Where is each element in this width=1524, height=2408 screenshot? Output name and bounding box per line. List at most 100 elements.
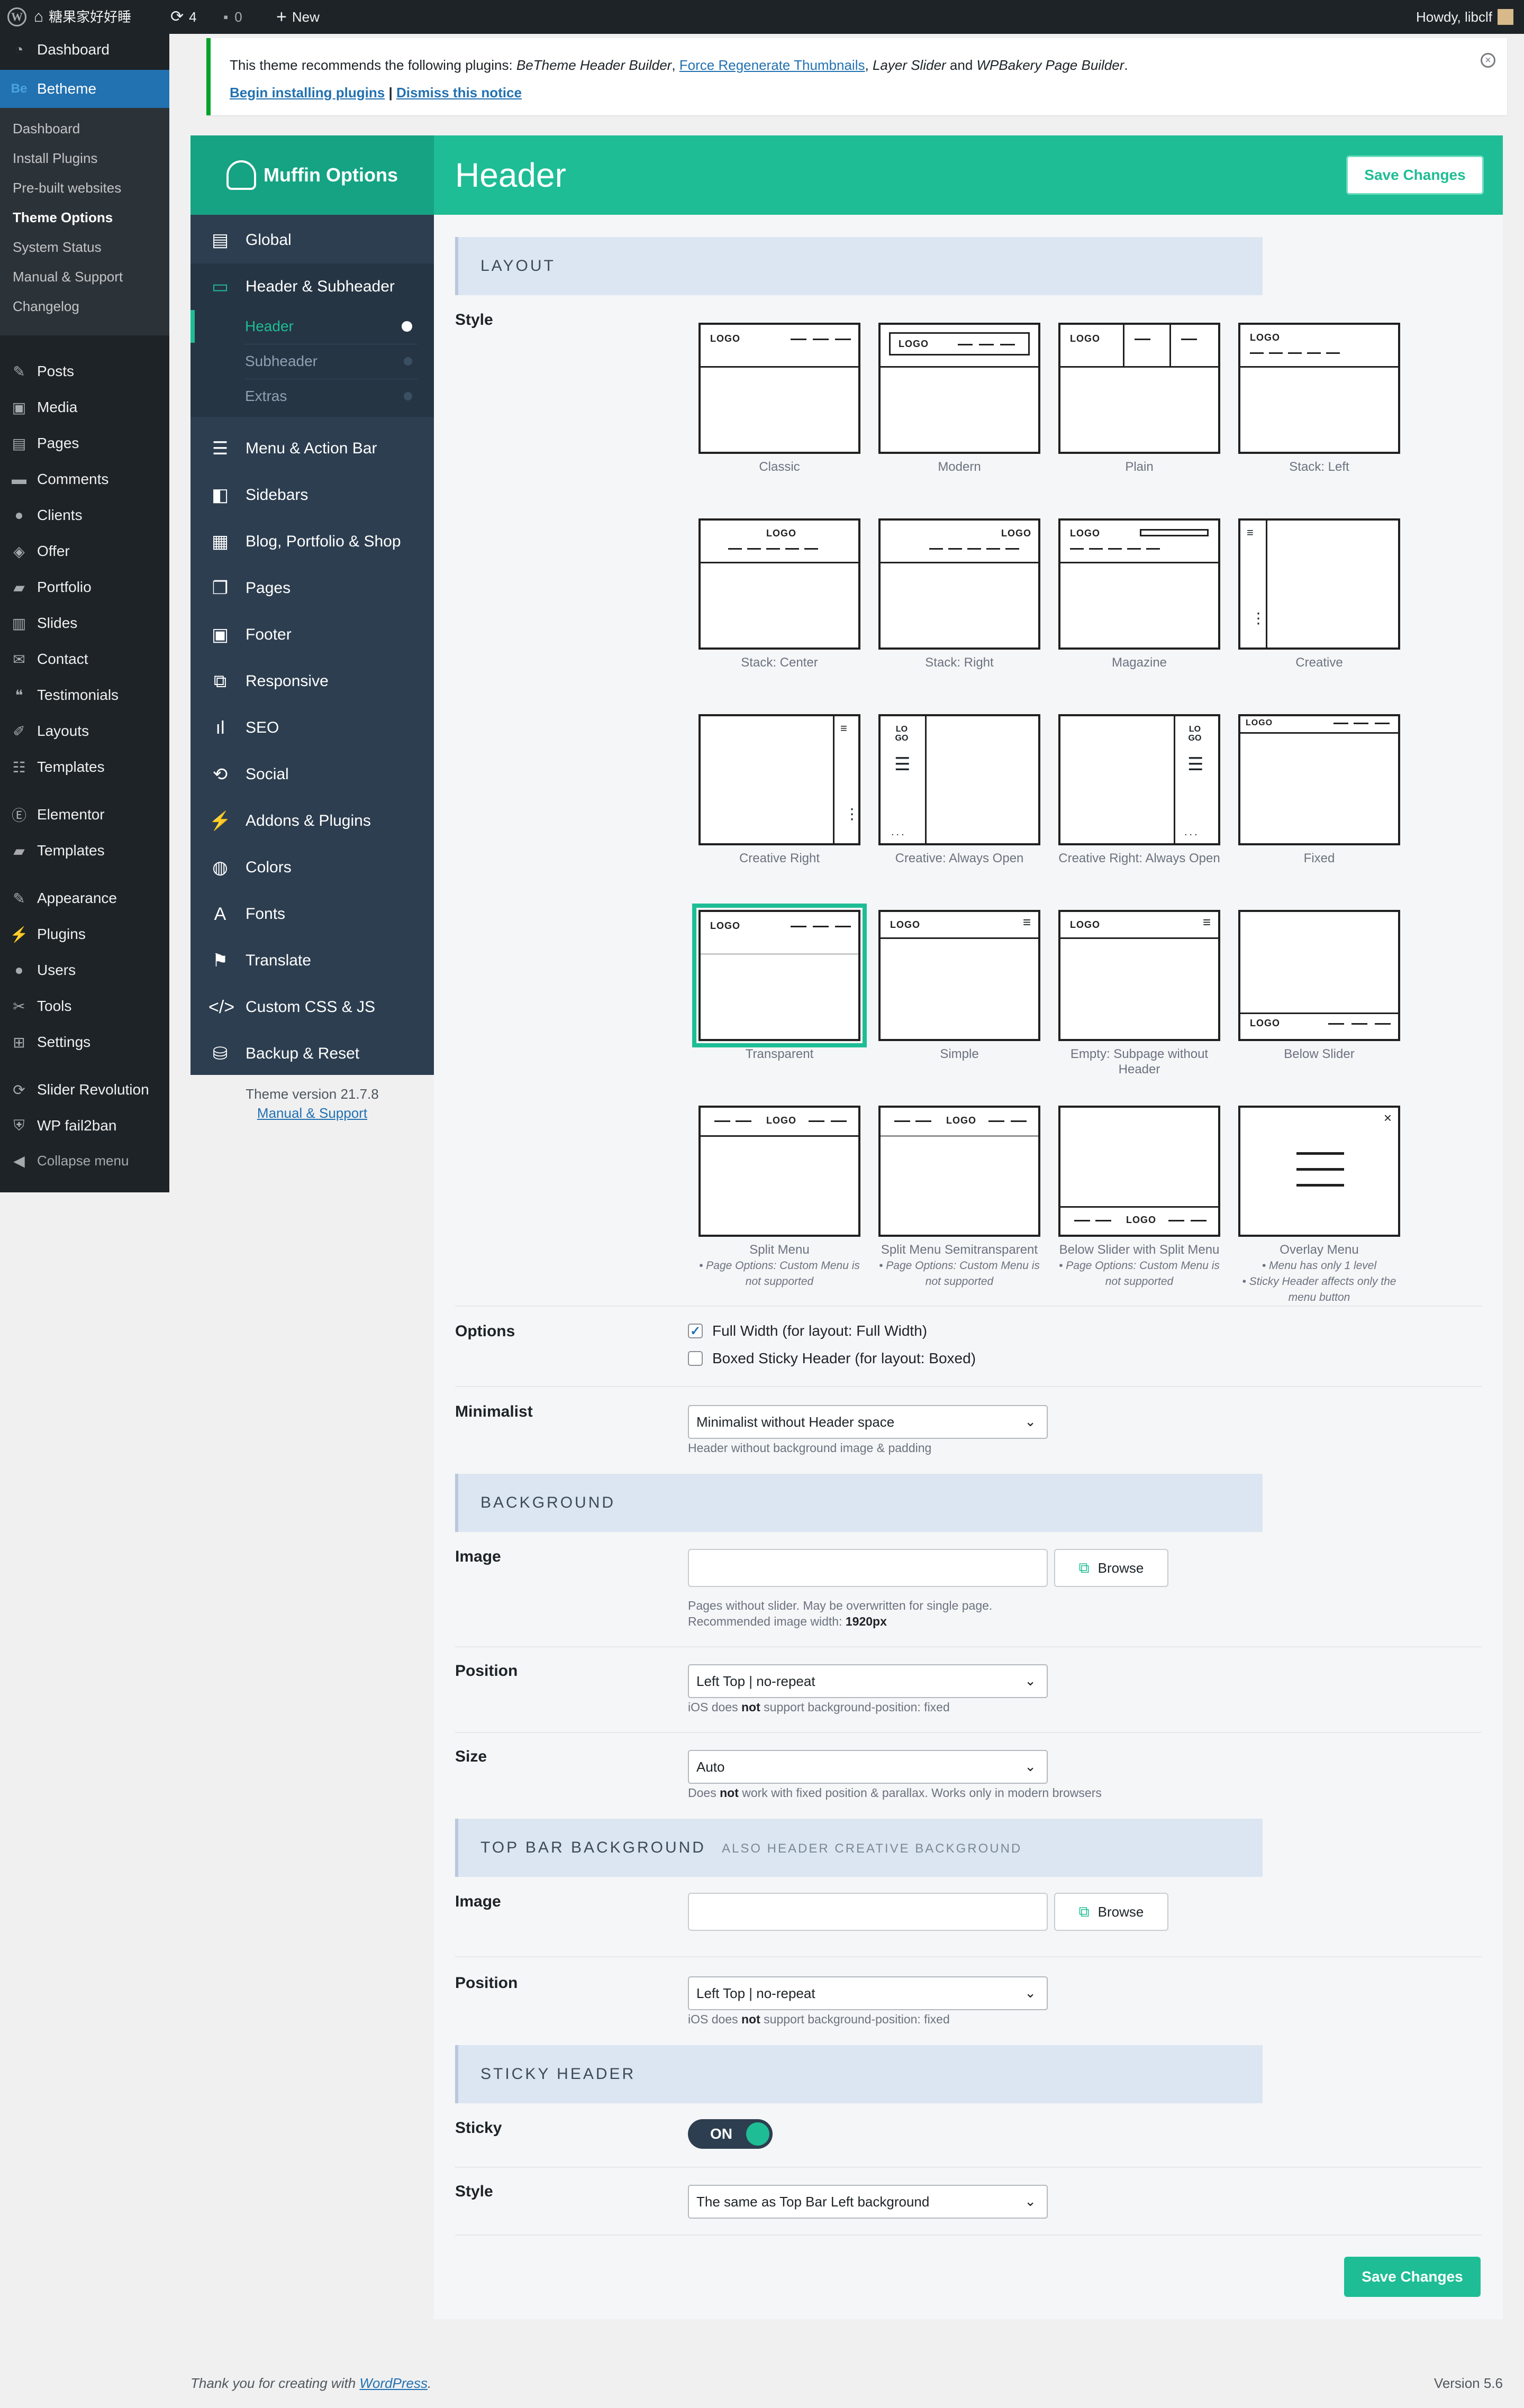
nav-header-subheader[interactable]: ▭ Header & Subheader — [190, 263, 434, 310]
nav-addons-plugins[interactable]: ⚡ Addons & Plugins — [190, 798, 434, 844]
menu-contact[interactable]: ✉ Contact — [0, 643, 169, 675]
menu-users[interactable]: ● Users — [0, 954, 169, 986]
layout-tile-transparent[interactable]: LOGO — [692, 904, 867, 1047]
manual-support-link[interactable]: Manual & Support — [257, 1105, 367, 1121]
wordpress-link[interactable]: WordPress — [359, 2375, 428, 2391]
sticky-style-select[interactable]: The same as Top Bar Left background ⌄ — [688, 2185, 1048, 2219]
save-changes-button-bottom[interactable]: Save Changes — [1344, 2257, 1481, 2297]
layout-tile-split-menu[interactable]: LOGO — [698, 1106, 860, 1237]
menu-offer[interactable]: ◈ Offer — [0, 535, 169, 567]
layout-tile-creative[interactable]: ≡ ⋮ — [1238, 518, 1400, 650]
new-content-link[interactable]: + New — [276, 0, 320, 34]
menu-comments[interactable]: ▬ Comments — [0, 463, 169, 495]
menu-elementor[interactable]: Ⓔ Elementor — [0, 799, 169, 831]
submenu-install-plugins[interactable]: Install Plugins — [13, 150, 97, 167]
nav-sidebars[interactable]: ◧ Sidebars — [190, 472, 434, 518]
force-regenerate-link[interactable]: Force Regenerate Thumbnails — [679, 57, 865, 73]
topbar-browse-button[interactable]: ⧉ Browse — [1054, 1893, 1168, 1931]
nav-backup-reset[interactable]: ⛁ Backup & Reset — [190, 1030, 434, 1077]
nav-sub-subheader[interactable]: Subheader — [245, 344, 418, 379]
nav-global[interactable]: ▤ Global — [190, 217, 434, 263]
dashboard-icon: ◔ — [14, 41, 24, 58]
toggle-knob — [746, 2122, 769, 2146]
layout-tile-below-slider-split[interactable]: LOGO — [1058, 1106, 1220, 1237]
layout-tile-creative-always-open[interactable]: LO GO ☰ ... — [878, 714, 1040, 845]
sticky-toggle[interactable]: ON — [688, 2119, 773, 2149]
layout-tile-magazine[interactable]: LOGO — [1058, 518, 1220, 650]
layout-tile-stack-right[interactable]: LOGO — [878, 518, 1040, 650]
nav-blog-portfolio-shop[interactable]: ▦ Blog, Portfolio & Shop — [190, 518, 434, 565]
nav-footer[interactable]: ▣ Footer — [190, 612, 434, 658]
menu-appearance[interactable]: ✎ Appearance — [0, 882, 169, 914]
wordpress-logo-icon[interactable]: W — [7, 0, 26, 34]
menu-plugins[interactable]: ⚡ Plugins — [0, 918, 169, 950]
menu-slider-revolution[interactable]: ⟳ Slider Revolution — [0, 1074, 169, 1106]
menu-betheme[interactable]: Be Betheme — [0, 70, 169, 108]
layout-tile-overlay-menu[interactable]: × — [1238, 1106, 1400, 1237]
layout-tile-stack-center[interactable]: LOGO — [698, 518, 860, 650]
layout-tile-plain[interactable]: LOGO — [1058, 323, 1220, 454]
browse-button[interactable]: ⧉ Browse — [1054, 1549, 1168, 1587]
nav-seo[interactable]: ıl SEO — [190, 705, 434, 751]
menu-slides[interactable]: ▥ Slides — [0, 607, 169, 639]
nav-sub-header[interactable]: Header — [245, 309, 418, 344]
close-icon[interactable]: × — [1481, 53, 1495, 68]
account-menu[interactable]: Howdy, libclf — [1416, 0, 1513, 34]
menu-testimonials[interactable]: ❝ Testimonials — [0, 679, 169, 711]
nav-fonts[interactable]: A Fonts — [190, 891, 434, 937]
layout-tile-creative-right[interactable]: ≡ ⋮ — [698, 714, 860, 845]
site-name-link[interactable]: ⌂ 糖果家好好睡 — [34, 0, 131, 34]
submenu-manual-support[interactable]: Manual & Support — [13, 269, 123, 285]
menu-clients[interactable]: ● Clients — [0, 499, 169, 531]
save-changes-button-top[interactable]: Save Changes — [1346, 156, 1484, 195]
menu-tools[interactable]: ✂ Tools — [0, 990, 169, 1022]
menu-templates[interactable]: ☷ Templates — [0, 751, 169, 783]
submenu-system-status[interactable]: System Status — [13, 239, 102, 256]
submenu-prebuilt-websites[interactable]: Pre-built websites — [13, 180, 121, 196]
nav-responsive[interactable]: ⧉ Responsive — [190, 658, 434, 705]
layout-tile-creative-right-always-open[interactable]: LO GO ☰ ... — [1058, 714, 1220, 845]
dismiss-notice-link[interactable]: Dismiss this notice — [396, 85, 522, 101]
begin-installing-link[interactable]: Begin installing plugins — [230, 85, 385, 101]
collapse-menu-button[interactable]: ◀ Collapse menu — [0, 1145, 169, 1176]
nav-translate[interactable]: ⚑ Translate — [190, 937, 434, 984]
menu-pages[interactable]: ▤ Pages — [0, 427, 169, 459]
menu-wp-fail2ban[interactable]: ⛨ WP fail2ban — [0, 1110, 169, 1142]
layout-tile-below-slider[interactable]: LOGO — [1238, 910, 1400, 1041]
minimalist-select[interactable]: Minimalist without Header space ⌄ — [688, 1405, 1048, 1439]
menu-media[interactable]: ▣ Media — [0, 391, 169, 423]
updates-link[interactable]: ⟳ 4 — [170, 0, 197, 34]
size-select[interactable]: Auto ⌄ — [688, 1750, 1048, 1784]
background-image-input[interactable] — [688, 1549, 1048, 1587]
position-select[interactable]: Left Top | no-repeat ⌄ — [688, 1664, 1048, 1698]
layout-tile-simple[interactable]: LOGO ≡ — [878, 910, 1040, 1041]
nav-sub-extras[interactable]: Extras — [245, 379, 418, 414]
menu-layouts[interactable]: ✐ Layouts — [0, 715, 169, 747]
layout-tile-split-menu-semitransparent[interactable]: LOGO — [878, 1106, 1040, 1237]
comments-link[interactable]: ▪ 0 — [223, 0, 242, 34]
topbar-image-input[interactable] — [688, 1893, 1048, 1931]
layout-tile-modern[interactable]: LOGO — [878, 323, 1040, 454]
submenu-theme-options[interactable]: Theme Options — [13, 209, 113, 226]
layout-tile-fixed[interactable]: LOGO — [1238, 714, 1400, 845]
nav-social[interactable]: ⟲ Social — [190, 751, 434, 798]
style-label: Style — [455, 311, 493, 329]
full-width-checkbox[interactable]: ✓ Full Width (for layout: Full Width) — [688, 1322, 927, 1339]
nav-pages[interactable]: ❐ Pages — [190, 565, 434, 612]
menu-posts[interactable]: ✎ Posts — [0, 355, 169, 387]
menu-elementor-templates[interactable]: ▰ Templates — [0, 835, 169, 866]
layout-tile-classic[interactable]: LOGO — [698, 323, 860, 454]
topbar-position-select[interactable]: Left Top | no-repeat ⌄ — [688, 1976, 1048, 2010]
menu-settings[interactable]: ⊞ Settings — [0, 1026, 169, 1058]
logo-vertical: LO GO — [895, 725, 909, 743]
submenu-dashboard[interactable]: Dashboard — [13, 121, 80, 137]
menu-portfolio[interactable]: ▰ Portfolio — [0, 571, 169, 603]
menu-dashboard[interactable]: ◔ Dashboard — [0, 34, 169, 66]
boxed-sticky-checkbox[interactable]: Boxed Sticky Header (for layout: Boxed) — [688, 1350, 976, 1367]
nav-colors[interactable]: ◍ Colors — [190, 844, 434, 891]
layout-tile-stack-left[interactable]: LOGO — [1238, 323, 1400, 454]
nav-custom-css-js[interactable]: </> Custom CSS & JS — [190, 984, 434, 1030]
submenu-changelog[interactable]: Changelog — [13, 298, 79, 315]
layout-tile-empty[interactable]: LOGO ≡ — [1058, 910, 1220, 1041]
nav-menu-action-bar[interactable]: ☰ Menu & Action Bar — [190, 425, 434, 472]
